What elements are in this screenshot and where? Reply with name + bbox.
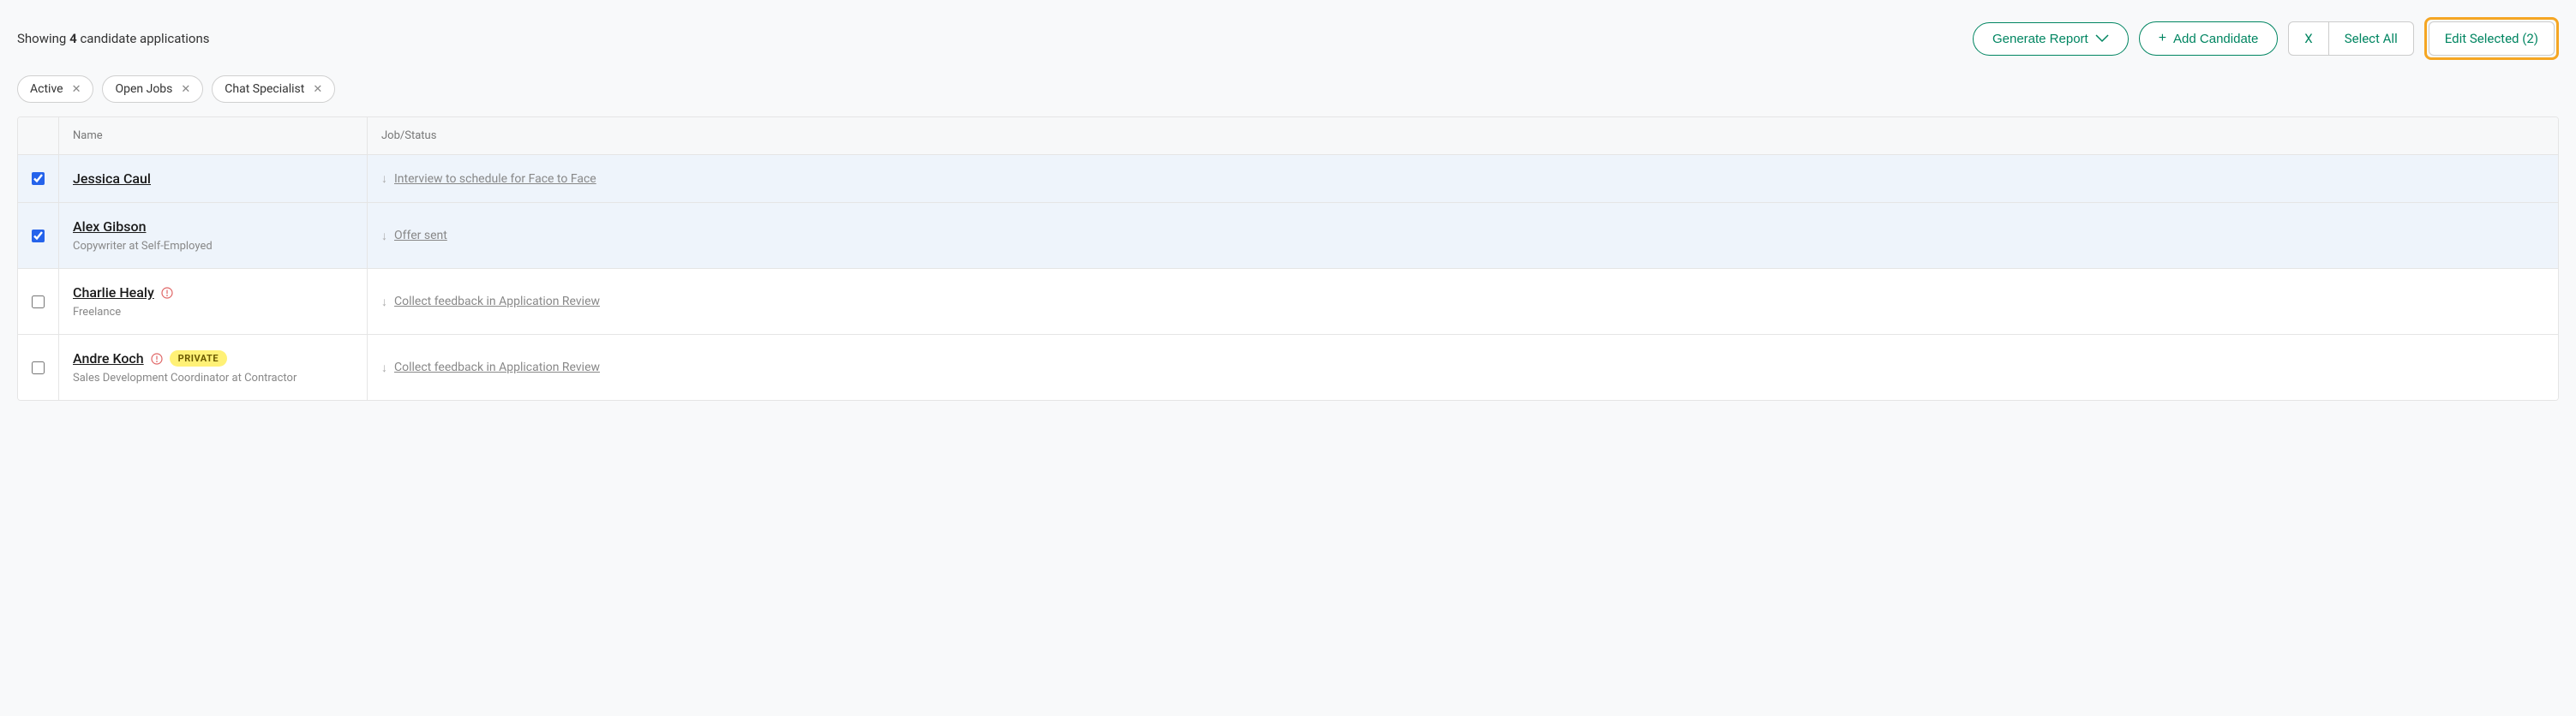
row-checkbox[interactable]: [32, 230, 45, 242]
arrow-down-icon: ↓: [381, 361, 387, 375]
status-link[interactable]: Collect feedback in Application Review: [394, 361, 600, 374]
candidate-name-link[interactable]: Jessica Caul: [73, 170, 151, 187]
candidate-subtitle: Freelance: [73, 306, 353, 319]
status-link[interactable]: Interview to schedule for Face to Face: [394, 172, 596, 186]
edit-selected-button[interactable]: Edit Selected (2): [2429, 22, 2554, 55]
arrow-down-icon: ↓: [381, 171, 387, 186]
chevron-down-icon: [2095, 34, 2109, 43]
candidate-name-link[interactable]: Charlie Healy: [73, 284, 154, 301]
generate-report-button[interactable]: Generate Report: [1973, 22, 2129, 56]
column-header-status: Job/Status: [368, 117, 2558, 154]
row-checkbox[interactable]: [32, 361, 45, 374]
status-link[interactable]: Offer sent: [394, 229, 447, 242]
arrow-down-icon: ↓: [381, 229, 387, 243]
close-icon[interactable]: ✕: [72, 83, 81, 96]
clear-selection-button[interactable]: X: [2289, 22, 2328, 55]
plus-icon: +: [2159, 31, 2166, 46]
filter-chips: Active ✕ Open Jobs ✕ Chat Specialist ✕: [17, 75, 2559, 103]
candidate-name-link[interactable]: Alex Gibson: [73, 218, 146, 235]
candidate-name-link[interactable]: Andre Koch: [73, 350, 144, 367]
table-header: Name Job/Status: [18, 117, 2558, 155]
table-row: Alex Gibson Copywriter at Self-Employed …: [18, 203, 2558, 269]
table-row: Jessica Caul ↓ Interview to schedule for…: [18, 155, 2558, 203]
row-checkbox[interactable]: [32, 172, 45, 185]
table-row: Charlie Healy Freelance ↓ Collect feedba…: [18, 269, 2558, 335]
candidate-subtitle: Sales Development Coordinator at Contrac…: [73, 372, 353, 385]
alert-icon: [151, 353, 163, 365]
selection-button-group: X Select All: [2288, 21, 2413, 56]
private-badge: PRIVATE: [170, 350, 227, 367]
results-count-text: Showing 4 candidate applications: [17, 31, 210, 46]
table-row: Andre Koch PRIVATE Sales Development Coo…: [18, 335, 2558, 400]
candidate-subtitle: Copywriter at Self-Employed: [73, 240, 353, 253]
select-all-button[interactable]: Select All: [2329, 22, 2413, 55]
column-header-name: Name: [59, 117, 368, 154]
alert-icon: [161, 287, 173, 299]
close-icon[interactable]: ✕: [181, 83, 190, 96]
row-checkbox[interactable]: [32, 295, 45, 308]
toolbar: Generate Report + Add Candidate X Select…: [1973, 17, 2559, 60]
add-candidate-button[interactable]: + Add Candidate: [2139, 21, 2279, 56]
filter-chip-active[interactable]: Active ✕: [17, 75, 93, 103]
arrow-down-icon: ↓: [381, 295, 387, 309]
filter-chip-chat-specialist[interactable]: Chat Specialist ✕: [212, 75, 335, 103]
edit-selected-highlight: Edit Selected (2): [2424, 17, 2559, 60]
column-header-checkbox: [18, 117, 59, 154]
filter-chip-open-jobs[interactable]: Open Jobs ✕: [102, 75, 203, 103]
close-icon[interactable]: ✕: [313, 83, 322, 96]
status-link[interactable]: Collect feedback in Application Review: [394, 295, 600, 308]
candidates-table: Name Job/Status Jessica Caul ↓ Interview…: [17, 116, 2559, 401]
